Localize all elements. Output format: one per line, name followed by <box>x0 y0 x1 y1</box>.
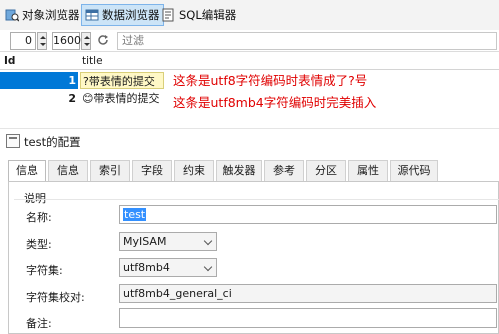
tab-constraints[interactable]: 约束 <box>174 160 214 181</box>
filter-bar: 0 1600 过滤 <box>0 30 499 52</box>
column-header-title[interactable]: title <box>82 55 103 67</box>
section-divider <box>14 199 499 200</box>
sql-editor-button[interactable]: SQL编辑器 <box>159 4 239 26</box>
grid-header: Id title <box>0 53 499 70</box>
window-icon <box>6 134 20 148</box>
collation-input[interactable]: utf8mb4_general_ci <box>119 284 497 303</box>
charset-select[interactable]: utf8mb4 <box>119 258 217 277</box>
main-toolbar: 对象浏览器 数据浏览器 SQL编辑器 <box>0 0 499 30</box>
cell-title[interactable]: 😊带表情的提交 <box>80 90 164 107</box>
cell-id[interactable]: 2 <box>0 90 78 107</box>
sql-editor-icon <box>162 8 176 22</box>
name-label: 名称: <box>26 211 52 224</box>
config-window-titlebar: test的配置 <box>0 128 499 152</box>
limit-stepper[interactable] <box>81 32 91 50</box>
engine-label: 类型: <box>26 238 52 251</box>
config-tabs: 信息 信息 索引 字段 约束 触发器 参考 分区 属性 源代码 <box>8 160 499 182</box>
object-browser-label: 对象浏览器 <box>22 8 80 22</box>
sql-editor-label: SQL编辑器 <box>179 8 237 22</box>
cell-title[interactable]: ?带表情的提交 <box>80 72 164 89</box>
offset-stepper[interactable] <box>37 32 47 50</box>
data-browser-label: 数据浏览器 <box>102 8 160 22</box>
column-header-id[interactable]: Id <box>4 55 15 67</box>
annotation-utf8: 这条是utf8字符编码时表情成了?号 <box>173 73 368 88</box>
tab-fields[interactable]: 字段 <box>132 160 172 181</box>
filter-input[interactable]: 过滤 <box>117 32 497 50</box>
data-browser-icon <box>85 8 99 22</box>
cell-id[interactable]: 1 <box>0 72 78 89</box>
engine-select[interactable]: MyISAM <box>119 232 217 251</box>
config-window-title: test的配置 <box>24 135 81 149</box>
tab-info-general[interactable]: 信息 <box>8 160 46 182</box>
tab-source-code[interactable]: 源代码 <box>390 160 438 181</box>
object-browser-icon <box>5 8 20 22</box>
charset-label: 字符集: <box>26 264 63 277</box>
name-value: test <box>123 208 147 221</box>
tab-references[interactable]: 参考 <box>264 160 304 181</box>
object-browser-button[interactable]: 对象浏览器 <box>2 4 83 26</box>
data-browser-button[interactable]: 数据浏览器 <box>81 4 164 26</box>
tab-indexes[interactable]: 索引 <box>90 160 130 181</box>
tab-partitions[interactable]: 分区 <box>306 160 346 181</box>
tab-triggers[interactable]: 触发器 <box>216 160 262 181</box>
comment-input[interactable] <box>119 308 497 328</box>
section-label-description: 说明 <box>24 192 46 205</box>
limit-input[interactable]: 1600 <box>52 32 81 50</box>
refresh-icon[interactable] <box>96 33 110 50</box>
tab-properties[interactable]: 属性 <box>348 160 388 181</box>
annotation-utf8mb4: 这条是utf8mb4字符编码时完美插入 <box>173 95 377 110</box>
name-input[interactable]: test <box>119 205 497 224</box>
collation-label: 字符集校对: <box>26 291 85 304</box>
comment-label: 备注: <box>26 317 52 330</box>
offset-input[interactable]: 0 <box>10 32 36 50</box>
tab-info[interactable]: 信息 <box>48 160 88 181</box>
